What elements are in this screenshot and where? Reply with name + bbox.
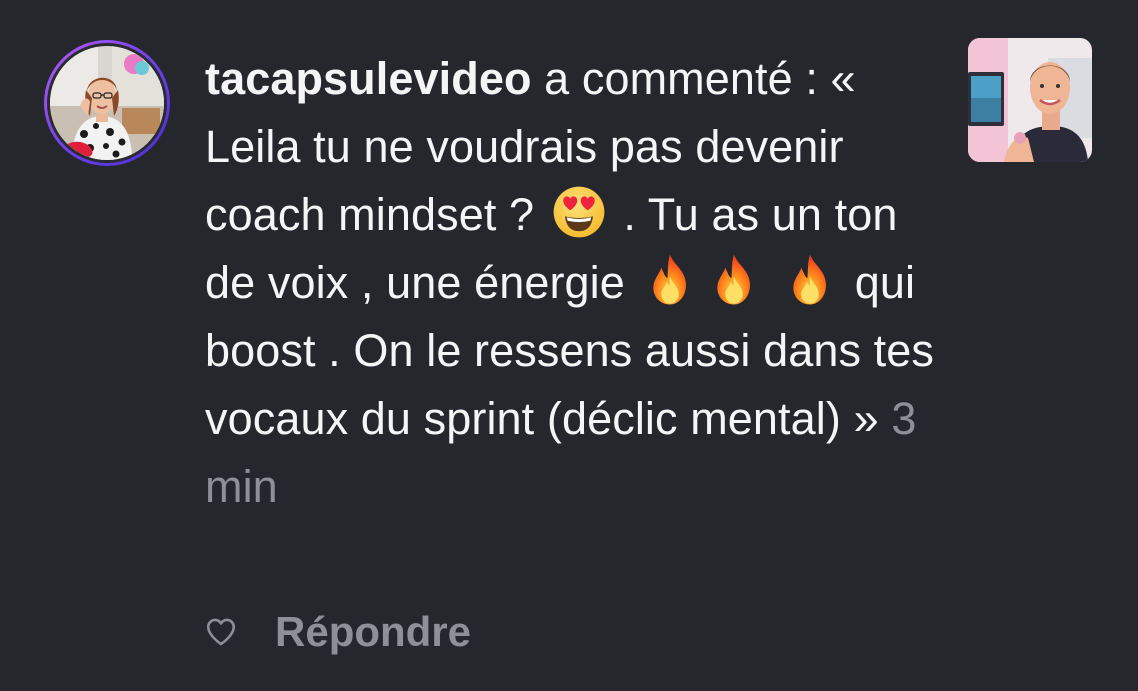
- comment-notification[interactable]: tacapsulevideo a commenté : « Leila tu n…: [0, 0, 1138, 691]
- avatar[interactable]: [44, 40, 170, 166]
- post-thumbnail-image: [968, 38, 1092, 162]
- avatar-inner: [47, 43, 167, 163]
- profile-photo: [50, 46, 164, 160]
- fire-emoji: [782, 252, 838, 308]
- username-link[interactable]: tacapsulevideo: [205, 53, 532, 104]
- like-button[interactable]: [204, 615, 238, 649]
- comment-actions: Répondre: [204, 602, 471, 662]
- post-thumbnail[interactable]: [968, 38, 1092, 162]
- heart-outline-icon: [206, 618, 236, 646]
- reply-button[interactable]: Répondre: [275, 608, 471, 656]
- heart-eyes-emoji: [551, 184, 607, 240]
- fire-emoji: [642, 252, 698, 308]
- fire-emoji: [706, 252, 762, 308]
- comment-text: tacapsulevideo a commenté : « Leila tu n…: [205, 45, 940, 521]
